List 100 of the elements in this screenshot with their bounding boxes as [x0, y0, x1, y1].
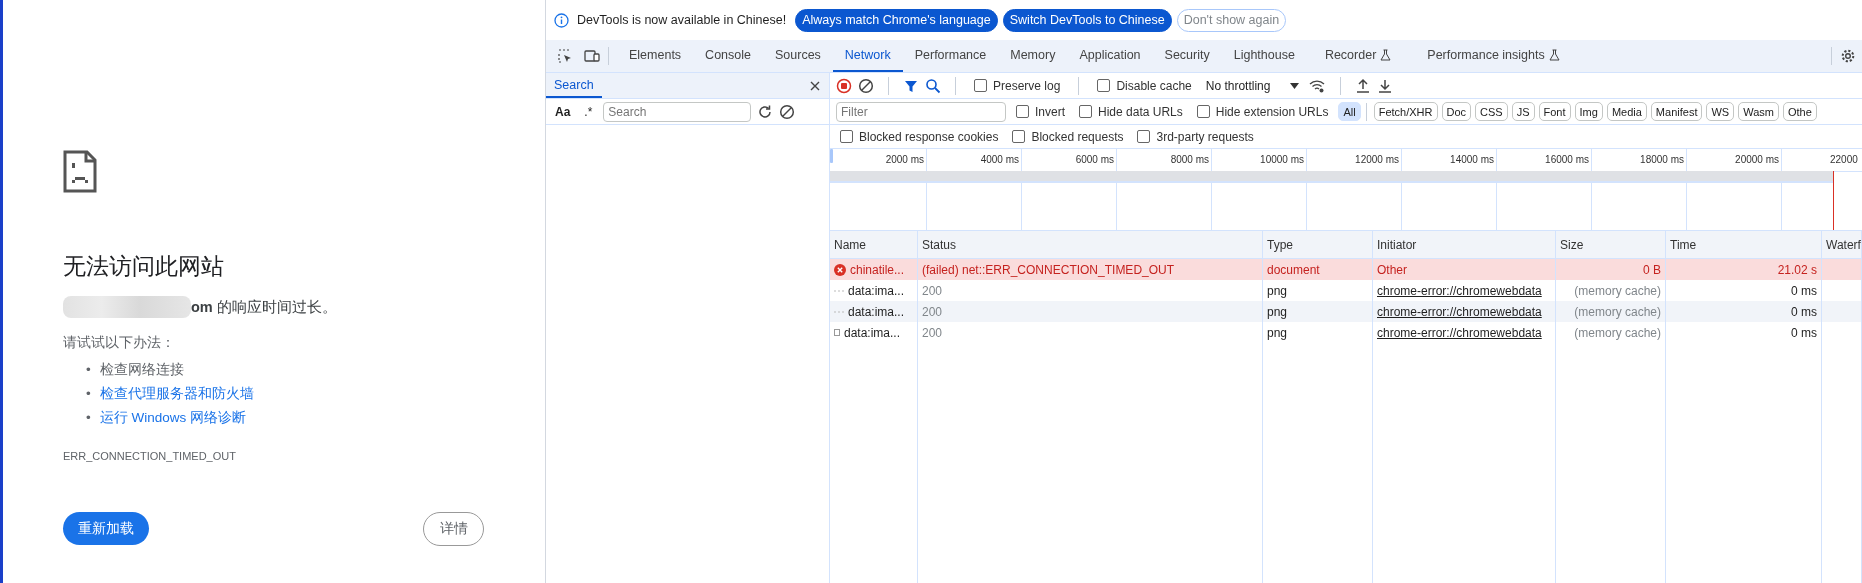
settings-icon[interactable] — [1840, 48, 1856, 64]
refresh-icon[interactable] — [757, 103, 774, 120]
suggestion-link[interactable]: 运行 Windows 网络诊断 — [99, 406, 246, 430]
checkbox-label: Hide data URLs — [1098, 104, 1183, 119]
request-name: data:ima... — [848, 304, 905, 319]
checkbox-label: Disable cache — [1116, 78, 1192, 93]
timeline-tick-label: 12000 ms — [1355, 154, 1399, 165]
timeline-tick-label: 14000 ms — [1450, 154, 1494, 165]
type-filter-chip[interactable]: WS — [1706, 102, 1735, 121]
request-name: data:ima... — [844, 325, 901, 340]
dash-icon — [834, 289, 844, 292]
checkbox-label: Preserve log — [993, 78, 1061, 93]
time-cell: 0 ms — [1666, 322, 1822, 343]
suggestions-heading: 请试试以下办法： — [63, 334, 176, 352]
match-case-toggle[interactable]: Aa — [552, 104, 574, 119]
record-button[interactable] — [836, 77, 852, 94]
column-header[interactable]: Initiator — [1373, 231, 1556, 258]
time-cell: 21.02 s — [1666, 259, 1822, 280]
column-header[interactable]: Waterf — [1822, 231, 1862, 258]
panel-tab[interactable]: Lighthouse — [1221, 40, 1307, 72]
inspect-icon[interactable] — [557, 48, 573, 64]
size-cell: (memory cache) — [1556, 322, 1666, 343]
status-cell: 200 — [918, 322, 1263, 343]
type-cell: document — [1263, 259, 1373, 280]
type-filter-chip[interactable]: Fetch/XHR — [1373, 102, 1438, 121]
column-header[interactable]: Type — [1263, 231, 1373, 258]
infobar-button[interactable]: Always match Chrome's language — [795, 8, 998, 32]
bullet: • — [86, 361, 91, 379]
error-code: ERR_CONNECTION_TIMED_OUT — [63, 450, 237, 462]
timeline-tick-label: 22000 — [1830, 154, 1858, 165]
request-row[interactable]: data:ima... 200 png chrome-error://chromewebdata (memory cache) 0 ms — [830, 322, 1862, 343]
type-filter-chip[interactable]: CSS — [1475, 102, 1508, 121]
type-filter-chip[interactable]: Font — [1538, 102, 1571, 121]
close-icon[interactable] — [809, 79, 821, 92]
filter-field[interactable]: Filter — [836, 101, 1006, 122]
checkbox[interactable] — [1016, 105, 1029, 118]
upload-icon[interactable] — [1355, 77, 1372, 94]
panel-tab[interactable]: Network — [832, 40, 903, 72]
request-name: data:ima... — [848, 283, 905, 298]
panel-tab[interactable]: Performance insights — [1409, 40, 1578, 72]
type-cell: png — [1263, 301, 1373, 322]
caret-icon — [1290, 82, 1300, 89]
checkbox[interactable] — [1079, 105, 1092, 118]
type-cell: png — [1263, 322, 1373, 343]
type-filter-chip[interactable]: JS — [1511, 102, 1535, 121]
clear-icon[interactable] — [779, 103, 796, 120]
range-handle[interactable] — [830, 149, 833, 163]
panel-tab[interactable]: Security — [1152, 40, 1222, 72]
type-filter-chip[interactable]: All — [1338, 102, 1361, 121]
initiator-cell: Other — [1373, 259, 1556, 280]
column-header[interactable]: Name — [830, 231, 918, 258]
initiator-cell[interactable]: chrome-error://chromewebdata — [1373, 322, 1556, 343]
bullet: • — [86, 409, 91, 427]
type-filter-chip[interactable]: Manifest — [1650, 102, 1703, 121]
regex-toggle[interactable]: .* — [579, 104, 598, 119]
device-icon[interactable] — [584, 48, 600, 64]
download-icon[interactable] — [1377, 77, 1394, 94]
sidebar-tab[interactable]: Search — [546, 73, 602, 98]
clear-icon[interactable] — [858, 77, 874, 94]
checkbox[interactable] — [1196, 105, 1210, 118]
request-name: chinatile... — [850, 262, 905, 277]
panel-tab[interactable]: Console — [693, 40, 763, 72]
column-header[interactable]: Size — [1556, 231, 1666, 258]
timeline-tick-label: 20000 ms — [1735, 154, 1779, 165]
infobar-button[interactable]: Switch DevTools to Chinese — [1002, 8, 1172, 32]
timeline-tick-label: 2000 ms — [885, 154, 924, 165]
suggestion-link[interactable]: 检查代理服务器和防火墙 — [99, 382, 254, 406]
checkbox[interactable] — [840, 130, 853, 143]
reload-button[interactable]: 重新加载 — [63, 512, 149, 545]
checkbox[interactable] — [974, 79, 987, 92]
panel-tab[interactable]: Elements — [617, 40, 694, 72]
request-row[interactable]: chinatile... (failed) net::ERR_CONNECTION_TIMED_OUT document Other 0 B 21.02 s — [830, 259, 1862, 280]
initiator-cell[interactable]: chrome-error://chromewebdata — [1373, 301, 1556, 322]
column-header[interactable]: Status — [918, 231, 1263, 258]
panel-tab[interactable]: Application — [1067, 40, 1153, 72]
column-header[interactable]: Time — [1666, 231, 1822, 258]
search-field[interactable]: Search — [603, 101, 752, 122]
type-filter-chip[interactable]: Doc — [1441, 102, 1472, 121]
panel-tab[interactable]: Memory — [998, 40, 1068, 72]
checkbox[interactable] — [1097, 79, 1111, 92]
panel-tab[interactable]: Performance — [902, 40, 999, 72]
type-filter-chip[interactable]: Othe — [1782, 102, 1817, 121]
size-cell: 0 B — [1556, 259, 1666, 280]
checkbox[interactable] — [1012, 130, 1026, 143]
checkbox-label: Invert — [1035, 104, 1065, 119]
throttling-dropdown[interactable]: No throttling — [1201, 78, 1304, 93]
panel-tab[interactable]: Recorder — [1306, 40, 1410, 72]
checkbox[interactable] — [1137, 130, 1151, 143]
checkbox-label: Blocked requests — [1031, 129, 1124, 144]
type-filter-chip[interactable]: Media — [1606, 102, 1647, 121]
details-button[interactable]: 详情 — [423, 512, 484, 546]
search-icon[interactable] — [925, 77, 941, 94]
timeline-tick-label: 16000 ms — [1545, 154, 1589, 165]
info-icon — [554, 12, 569, 28]
panel-tab[interactable]: Sources — [763, 40, 833, 72]
type-filter-chip[interactable]: Wasm — [1738, 102, 1779, 121]
request-row[interactable]: data:ima... 200 png chrome-error://chromewebdata (memory cache) 0 ms — [830, 301, 1862, 322]
infobar-button[interactable]: Don't show again — [1176, 8, 1287, 32]
type-filter-chip[interactable]: Img — [1574, 102, 1603, 121]
error-title: 无法访问此网站 — [63, 252, 225, 281]
